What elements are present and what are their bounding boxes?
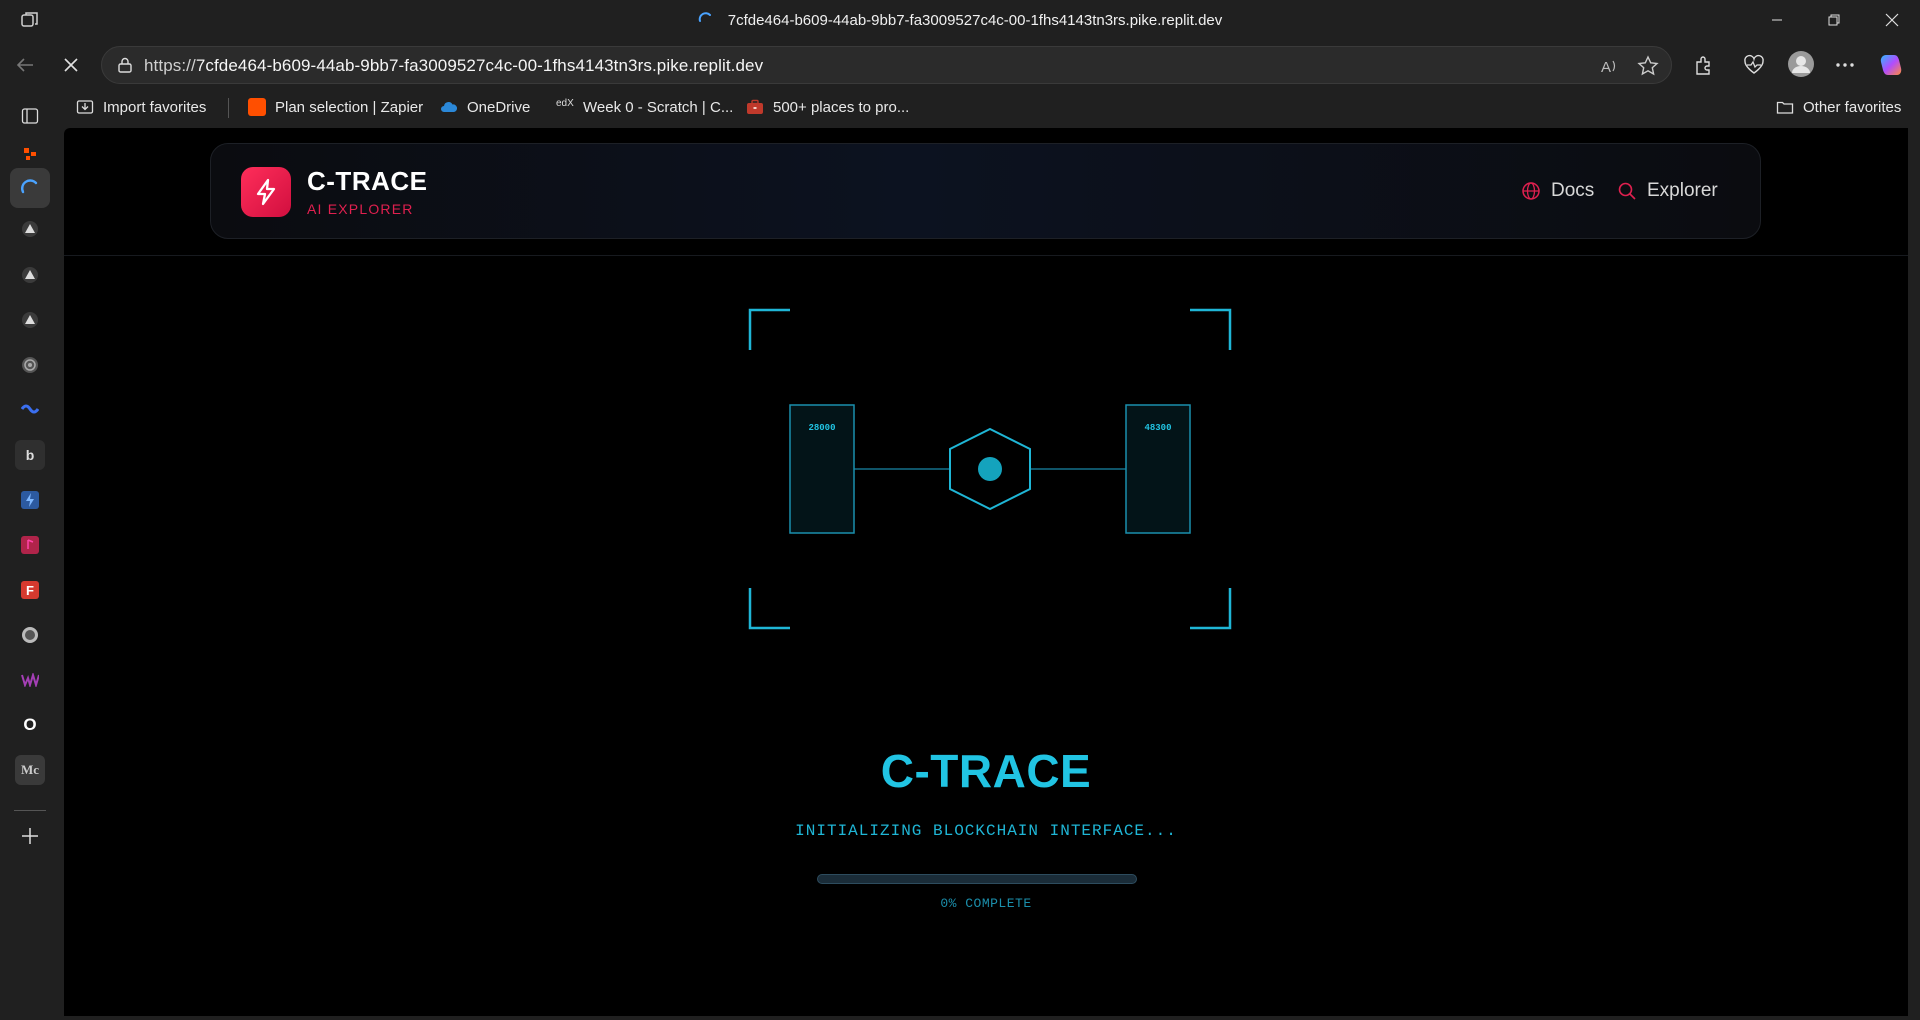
favorite-label: Plan selection | Zapier [275, 98, 424, 116]
favorites-divider [228, 98, 229, 118]
favorite-edx[interactable]: edX Week 0 - Scratch | C... [556, 96, 733, 118]
browser-essentials-button[interactable] [1741, 52, 1767, 78]
nav-explorer-label: Explorer [1647, 180, 1718, 201]
edx-icon: edX [556, 98, 574, 109]
nav-docs-label: Docs [1551, 180, 1595, 201]
minimize-icon [1772, 19, 1782, 21]
favorites-bar: Import favorites Plan selection | Zapier… [0, 90, 1920, 124]
title-bar: 7cfde464-b609-44ab-9bb7-fa3009527c4c-00-… [0, 0, 1920, 40]
site-info-icon[interactable] [116, 56, 134, 74]
close-button[interactable] [1864, 0, 1920, 40]
app-circle-icon[interactable] [15, 620, 45, 650]
zapier-icon [248, 98, 266, 116]
close-icon [1885, 13, 1899, 27]
app-mc-icon[interactable]: Mc [15, 755, 45, 785]
app-target-icon[interactable] [15, 350, 45, 380]
favorite-places[interactable]: 500+ places to pro... [746, 96, 909, 118]
more-dots-icon [1836, 63, 1854, 67]
app-wave-icon[interactable] [15, 395, 45, 425]
url-host: 7cfde464-b609-44ab-9bb7-fa3009527c4c-00-… [195, 56, 764, 75]
favorite-zapier[interactable]: Plan selection | Zapier [248, 96, 423, 118]
back-button[interactable] [10, 50, 40, 80]
app-zapier-icon[interactable] [15, 139, 45, 169]
add-icon[interactable] [15, 821, 45, 851]
extensions-button[interactable] [1691, 52, 1717, 78]
profile-button[interactable] [1786, 49, 1816, 79]
other-favorites[interactable]: Other favorites [1776, 96, 1901, 118]
address-bar[interactable]: https://7cfde464-b609-44ab-9bb7-fa300952… [101, 46, 1672, 84]
globe-icon [1522, 182, 1540, 200]
copilot-button[interactable] [1878, 52, 1904, 78]
favorite-label: Import favorites [103, 98, 207, 116]
core-dot [978, 457, 1002, 481]
url-text[interactable]: https://7cfde464-b609-44ab-9bb7-fa300952… [144, 56, 763, 76]
app-o-icon[interactable]: O [15, 710, 45, 740]
svg-text:F: F [26, 583, 34, 598]
app-bolt-icon[interactable] [15, 485, 45, 515]
tab-title-text: 7cfde464-b609-44ab-9bb7-fa3009527c4c-00-… [727, 11, 1223, 29]
right-block-value: 48300 [1144, 423, 1171, 433]
back-arrow-icon [16, 58, 33, 72]
sidebar-divider [14, 810, 46, 811]
progress-label: 0% COMPLETE [940, 896, 1032, 911]
svg-text:A: A [1601, 59, 1611, 76]
puzzle-icon [1696, 56, 1710, 75]
progress-bar [817, 874, 1137, 884]
loading-spinner-icon [698, 12, 711, 22]
app-triangle-icon[interactable] [15, 260, 45, 290]
brand-name[interactable]: C-TRACE [307, 166, 428, 197]
restore-button[interactable] [1806, 0, 1862, 40]
logo[interactable] [241, 167, 291, 217]
read-aloud-icon[interactable]: A [1599, 55, 1621, 77]
app-w-icon[interactable] [15, 665, 45, 695]
lightning-bolt-icon [256, 178, 276, 206]
app-music-icon[interactable] [15, 530, 45, 560]
import-icon [76, 100, 94, 114]
loading-status: INITIALIZING BLOCKCHAIN INTERFACE... [795, 822, 1177, 840]
favorite-star-icon[interactable] [1637, 55, 1659, 77]
tab-title[interactable]: 7cfde464-b609-44ab-9bb7-fa3009527c4c-00-… [0, 0, 1920, 40]
loading-title: C-TRACE [880, 745, 1092, 797]
briefcase-icon [747, 99, 763, 114]
navigation-bar: https://7cfde464-b609-44ab-9bb7-fa300952… [0, 40, 1920, 90]
left-block-value: 28000 [808, 423, 835, 433]
site-header: C-TRACE AI EXPLORER Docs Explorer [210, 143, 1761, 239]
blockchain-animation: 28000 48300 [748, 308, 1232, 630]
copilot-icon [1880, 55, 1902, 75]
app-f-icon[interactable]: F [15, 575, 45, 605]
favorite-import[interactable]: Import favorites [76, 96, 206, 118]
nav-docs-link[interactable]: Docs [1521, 180, 1594, 202]
app-triangle-icon[interactable] [15, 305, 45, 335]
tab-actions-icon[interactable] [15, 101, 45, 131]
other-favorites-label: Other favorites [1803, 98, 1902, 116]
close-icon [64, 58, 78, 72]
replit-tab-icon[interactable] [10, 168, 50, 208]
search-icon [1618, 182, 1636, 200]
avatar-icon [1788, 51, 1814, 77]
nav-explorer-link[interactable]: Explorer [1617, 180, 1718, 202]
brand-tagline: AI EXPLORER [307, 201, 414, 217]
minimize-button[interactable] [1749, 0, 1805, 40]
bing-icon[interactable]: b [15, 440, 45, 470]
favorite-label: Week 0 - Scratch | C... [583, 98, 734, 116]
url-prefix: https:// [144, 56, 196, 75]
stop-loading-button[interactable] [56, 50, 86, 80]
settings-more-button[interactable] [1832, 52, 1858, 78]
app-triangle-icon[interactable] [15, 214, 45, 244]
onedrive-icon [441, 102, 458, 112]
favorite-label: OneDrive [467, 98, 531, 116]
web-page: C-TRACE AI EXPLORER Docs Explorer 28000 … [64, 128, 1908, 1016]
favorite-label: 500+ places to pro... [773, 98, 910, 116]
folder-icon [1776, 101, 1794, 114]
restore-icon [1828, 14, 1840, 26]
vertical-sidebar: b F O Mc [0, 90, 60, 1020]
header-divider [64, 255, 1908, 256]
favorite-onedrive[interactable]: OneDrive [440, 96, 530, 118]
heart-pulse-icon [1744, 54, 1764, 74]
